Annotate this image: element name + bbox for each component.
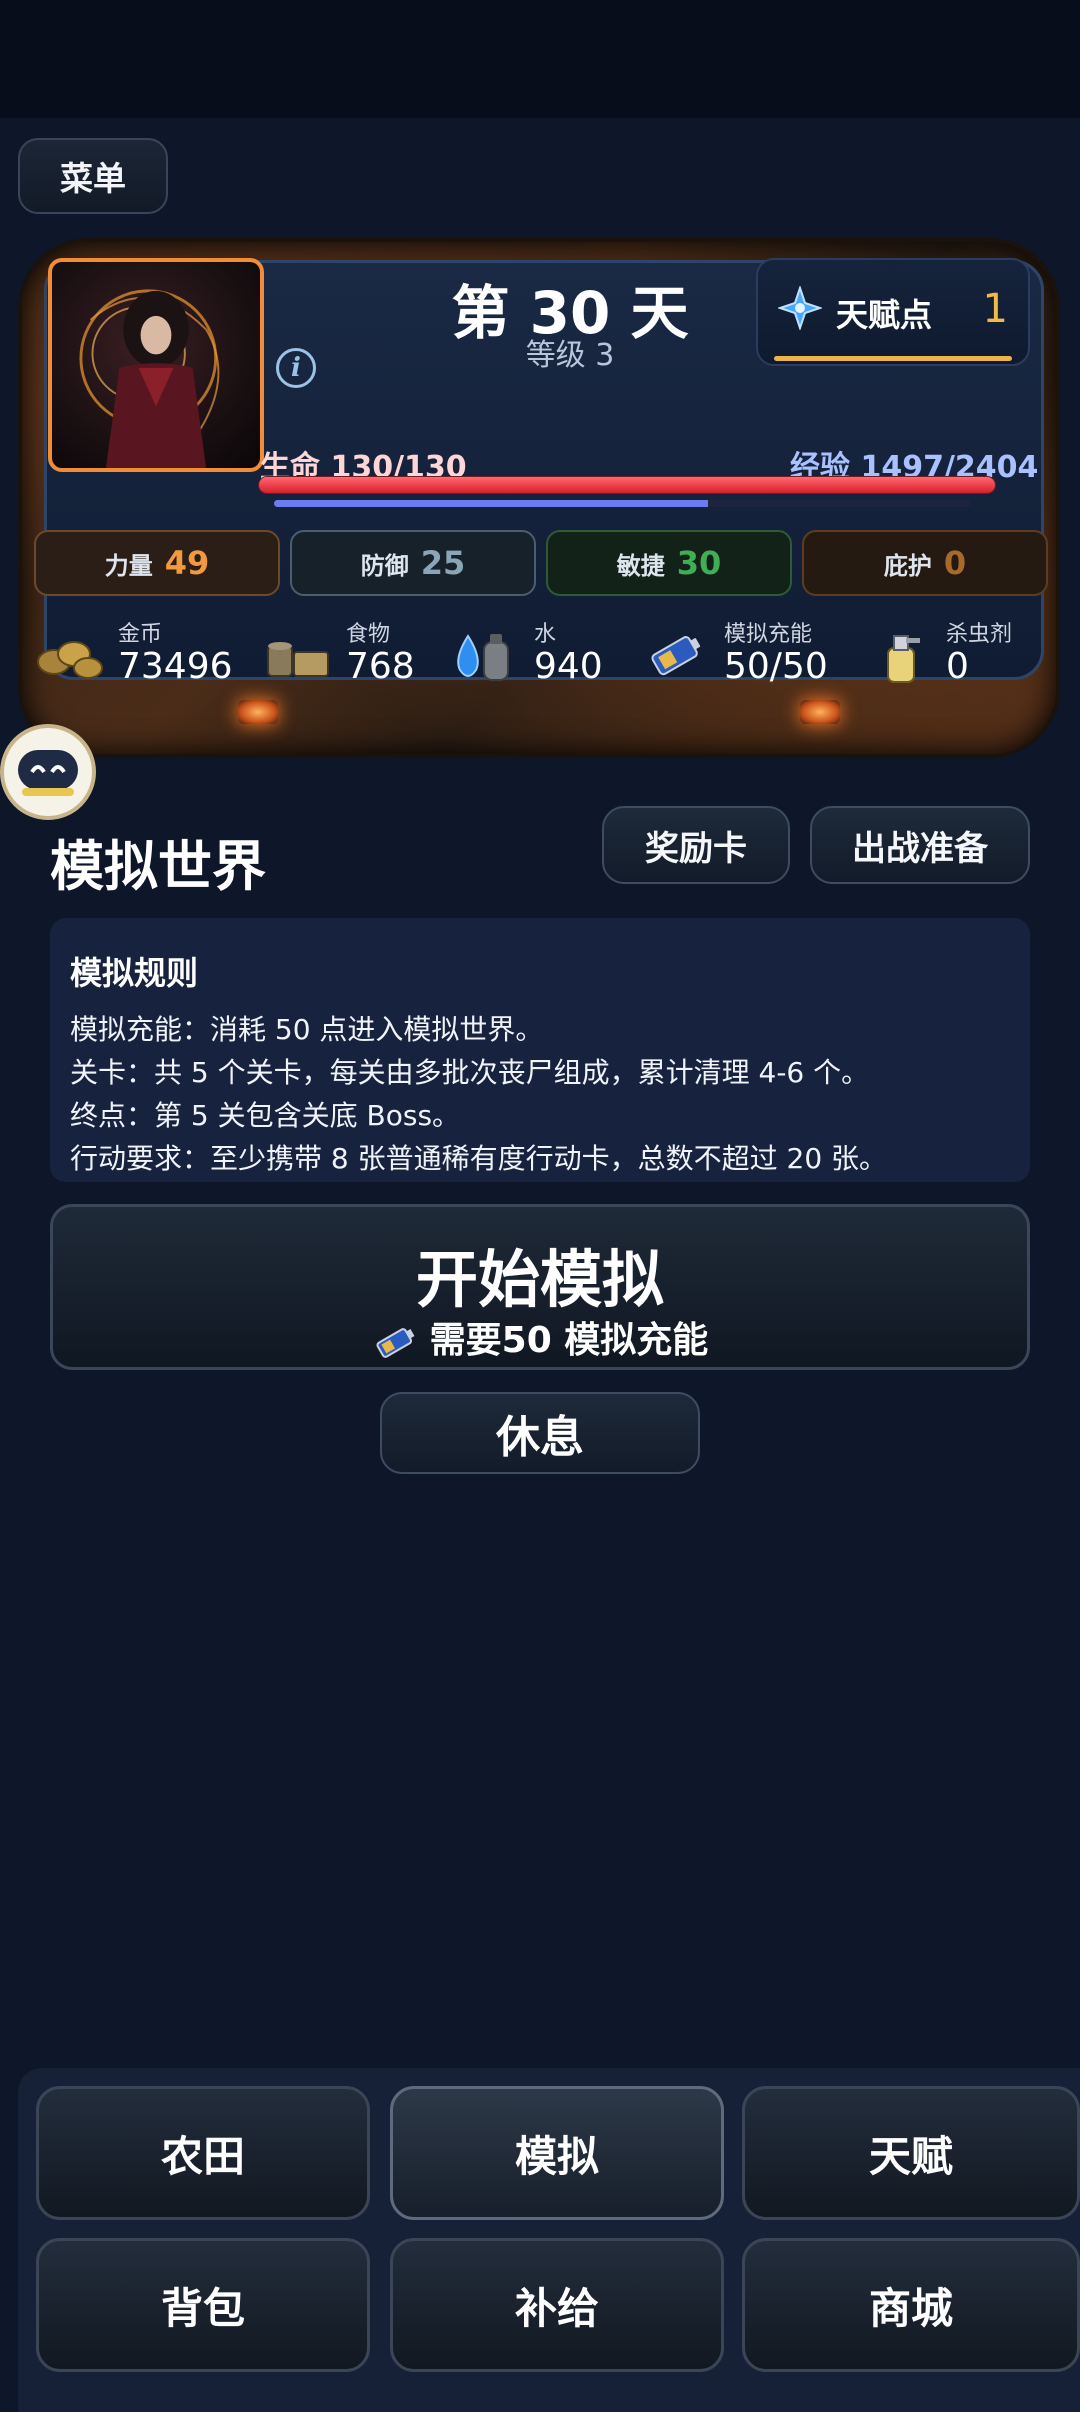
stat-agility: 敏捷 30	[546, 530, 792, 596]
nav-supply-button[interactable]: 补给	[390, 2238, 724, 2372]
resource-water: 水 940	[450, 612, 610, 692]
talent-underline	[774, 356, 1012, 361]
water-icon	[457, 634, 509, 681]
stat-value: 0	[943, 544, 967, 582]
talent-points-box[interactable]: 天赋点 1	[756, 258, 1030, 366]
character-portrait[interactable]	[48, 258, 264, 472]
stat-name: 防御	[360, 551, 409, 580]
nav-farm-button[interactable]: 农田	[36, 2086, 370, 2220]
start-cost: 需要50 模拟充能	[53, 1311, 1027, 1363]
food-icon	[267, 642, 329, 677]
talent-points-value: 1	[982, 286, 1008, 332]
battery-icon	[651, 636, 701, 676]
resource-value: 940	[534, 646, 603, 687]
coins-icon	[37, 641, 103, 679]
stat-shelter: 庇护 0	[802, 530, 1048, 596]
stat-strength: 力量 49	[34, 530, 280, 596]
star-gem-icon	[778, 286, 822, 330]
rules-card: 模拟规则 模拟充能：消耗 50 点进入模拟世界。 关卡：共 5 个关卡，每关由多…	[50, 918, 1030, 1182]
start-simulation-button[interactable]: 开始模拟 需要50 模拟充能	[50, 1204, 1030, 1370]
battery-icon	[376, 1328, 415, 1358]
resource-value: 73496	[118, 646, 233, 687]
resource-label: 杀虫剂	[946, 622, 1013, 647]
rest-button[interactable]: 休息	[380, 1392, 700, 1474]
resource-sim-charge: 模拟充能 50/50	[640, 612, 860, 692]
rules-line: 关卡：共 5 个关卡，每关由多批次丧尸组成，累计清理 4-6 个。	[70, 1056, 870, 1089]
hp-bar	[258, 476, 996, 494]
panel-lamp	[238, 700, 278, 724]
stat-value: 49	[164, 544, 210, 582]
resource-value: 50/50	[724, 646, 828, 687]
battle-prep-button[interactable]: 出战准备	[810, 806, 1030, 884]
rules-line: 终点：第 5 关包含关底 Boss。	[70, 1099, 461, 1132]
nav-simulation-button[interactable]: 模拟	[390, 2086, 724, 2220]
stat-name: 敏捷	[616, 551, 665, 580]
hp-bar-fill	[259, 477, 995, 493]
nav-backpack-button[interactable]: 背包	[36, 2238, 370, 2372]
info-icon[interactable]: i	[276, 348, 316, 388]
resource-label: 金币	[118, 622, 163, 647]
start-cost-label: 需要50 模拟充能	[429, 1320, 709, 1361]
resource-coins: 金币 73496	[34, 612, 234, 692]
level-label: 等级 3	[525, 338, 615, 373]
menu-button[interactable]: 菜单	[18, 138, 168, 214]
nav-shop-button[interactable]: 商城	[742, 2238, 1080, 2372]
rules-title: 模拟规则	[70, 954, 199, 992]
nav-talent-button[interactable]: 天赋	[742, 2086, 1080, 2220]
assistant-robot-icon[interactable]	[0, 724, 96, 820]
resource-label: 食物	[346, 622, 391, 647]
rules-line: 模拟充能：消耗 50 点进入模拟世界。	[70, 1013, 544, 1046]
resource-label: 水	[534, 622, 557, 647]
stat-name: 力量	[104, 551, 153, 580]
rules-line: 行动要求：至少携带 8 张普通稀有度行动卡，总数不超过 20 张。	[70, 1142, 888, 1175]
resource-food: 食物 768	[262, 612, 422, 692]
panel-lamp	[800, 700, 840, 724]
resource-value: 768	[346, 646, 415, 687]
stat-value: 25	[420, 544, 466, 582]
stat-defense: 防御 25	[290, 530, 536, 596]
status-bar	[0, 0, 1080, 118]
stat-value: 30	[676, 544, 722, 582]
exp-bar	[274, 500, 970, 507]
spray-icon	[887, 635, 920, 683]
resource-label: 模拟充能	[724, 622, 813, 647]
exp-bar-fill	[274, 500, 708, 507]
resource-pesticide: 杀虫剂 0	[870, 612, 1050, 692]
stat-name: 庇护	[883, 551, 932, 580]
talent-points-label: 天赋点	[836, 296, 933, 334]
resource-value: 0	[946, 646, 969, 687]
reward-card-button[interactable]: 奖励卡	[602, 806, 790, 884]
start-simulation-label: 开始模拟	[415, 1243, 664, 1316]
page-title: 模拟世界	[50, 835, 266, 898]
